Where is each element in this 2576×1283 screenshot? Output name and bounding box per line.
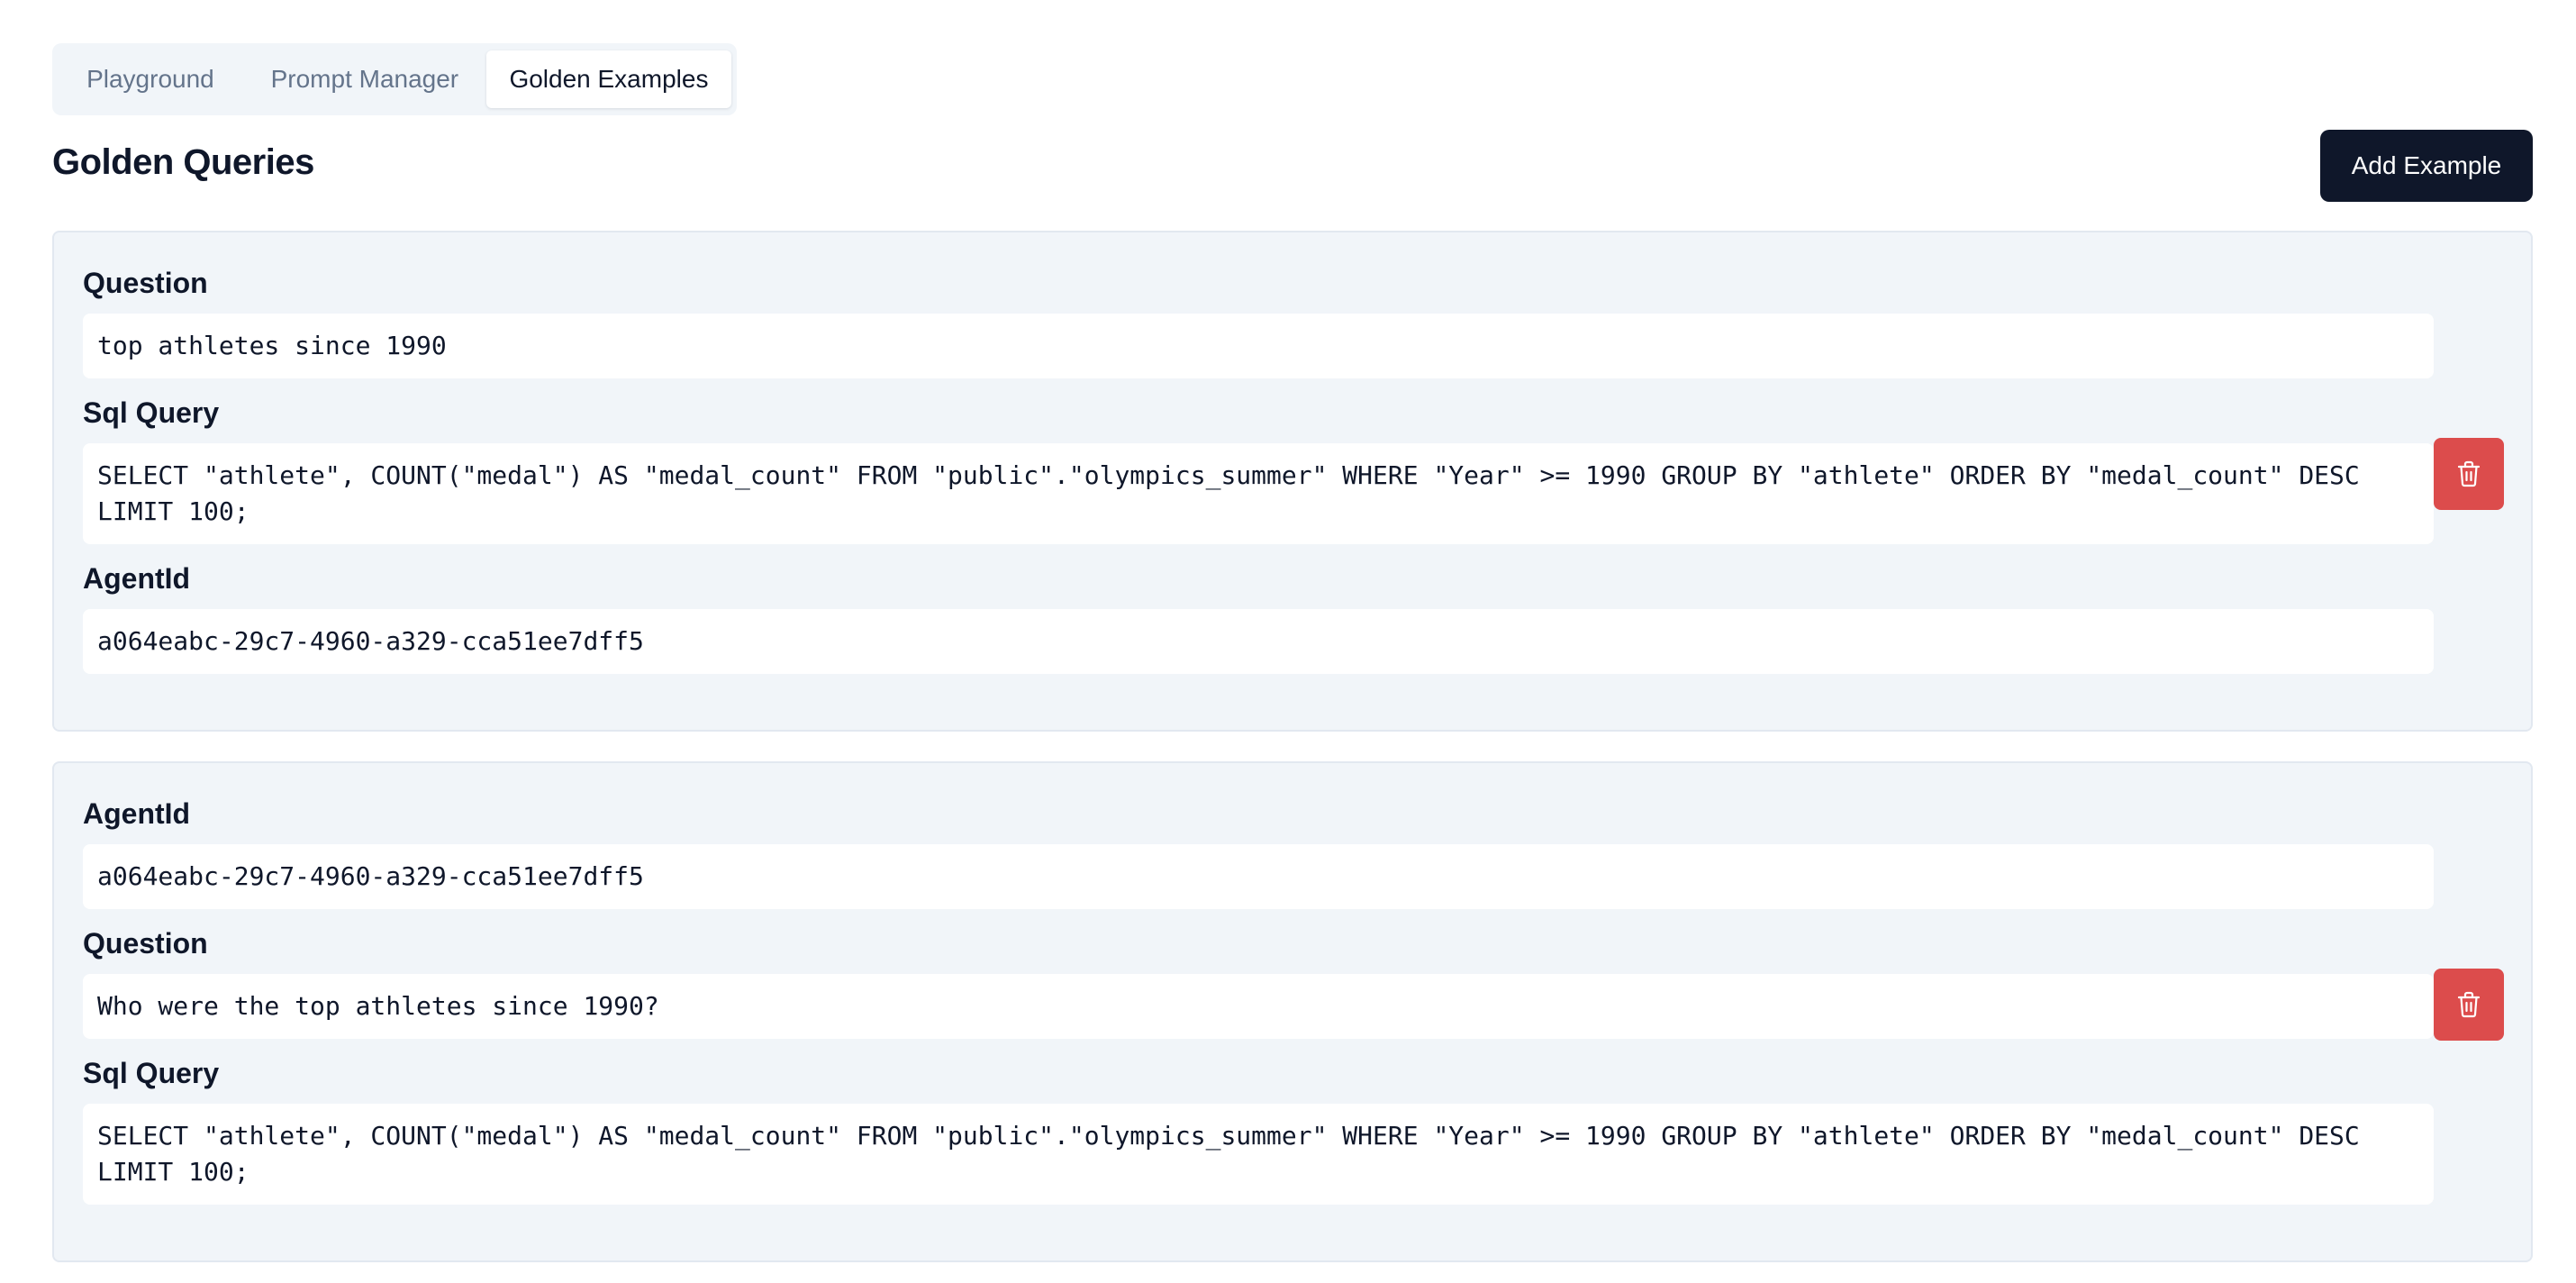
tab-golden-examples[interactable]: Golden Examples (485, 50, 731, 108)
field-label-question: Question (83, 927, 208, 960)
sql-query-field[interactable]: SELECT "athlete", COUNT("medal") AS "med… (83, 443, 2434, 544)
golden-example-card: AgentId a064eabc-29c7-4960-a329-cca51ee7… (52, 761, 2533, 1262)
golden-example-card: Question top athletes since 1990 Sql Que… (52, 231, 2533, 732)
field-label-sql-query: Sql Query (83, 1057, 220, 1089)
sql-query-field[interactable]: SELECT "athlete", COUNT("medal") AS "med… (83, 1104, 2434, 1205)
agent-id-field[interactable]: a064eabc-29c7-4960-a329-cca51ee7dff5 (83, 609, 2434, 674)
agent-id-field[interactable]: a064eabc-29c7-4960-a329-cca51ee7dff5 (83, 844, 2434, 909)
trash-icon (2457, 460, 2481, 487)
field-label-question: Question (83, 267, 208, 299)
field-label-agent-id: AgentId (83, 797, 191, 830)
field-label-agent-id: AgentId (83, 562, 191, 595)
page-title: Golden Queries (52, 142, 314, 182)
tab-prompt-manager[interactable]: Prompt Manager (243, 50, 486, 108)
golden-examples-page: Playground Prompt Manager Golden Example… (0, 0, 2576, 1283)
tab-list: Playground Prompt Manager Golden Example… (52, 43, 737, 115)
delete-example-button[interactable] (2434, 438, 2504, 510)
field-label-sql-query: Sql Query (83, 396, 220, 429)
tab-playground[interactable]: Playground (58, 50, 243, 108)
question-field[interactable]: Who were the top athletes since 1990? (83, 974, 2434, 1039)
question-field[interactable]: top athletes since 1990 (83, 314, 2434, 378)
add-example-button[interactable]: Add Example (2320, 130, 2533, 202)
trash-icon (2457, 991, 2481, 1018)
delete-example-button[interactable] (2434, 969, 2504, 1041)
